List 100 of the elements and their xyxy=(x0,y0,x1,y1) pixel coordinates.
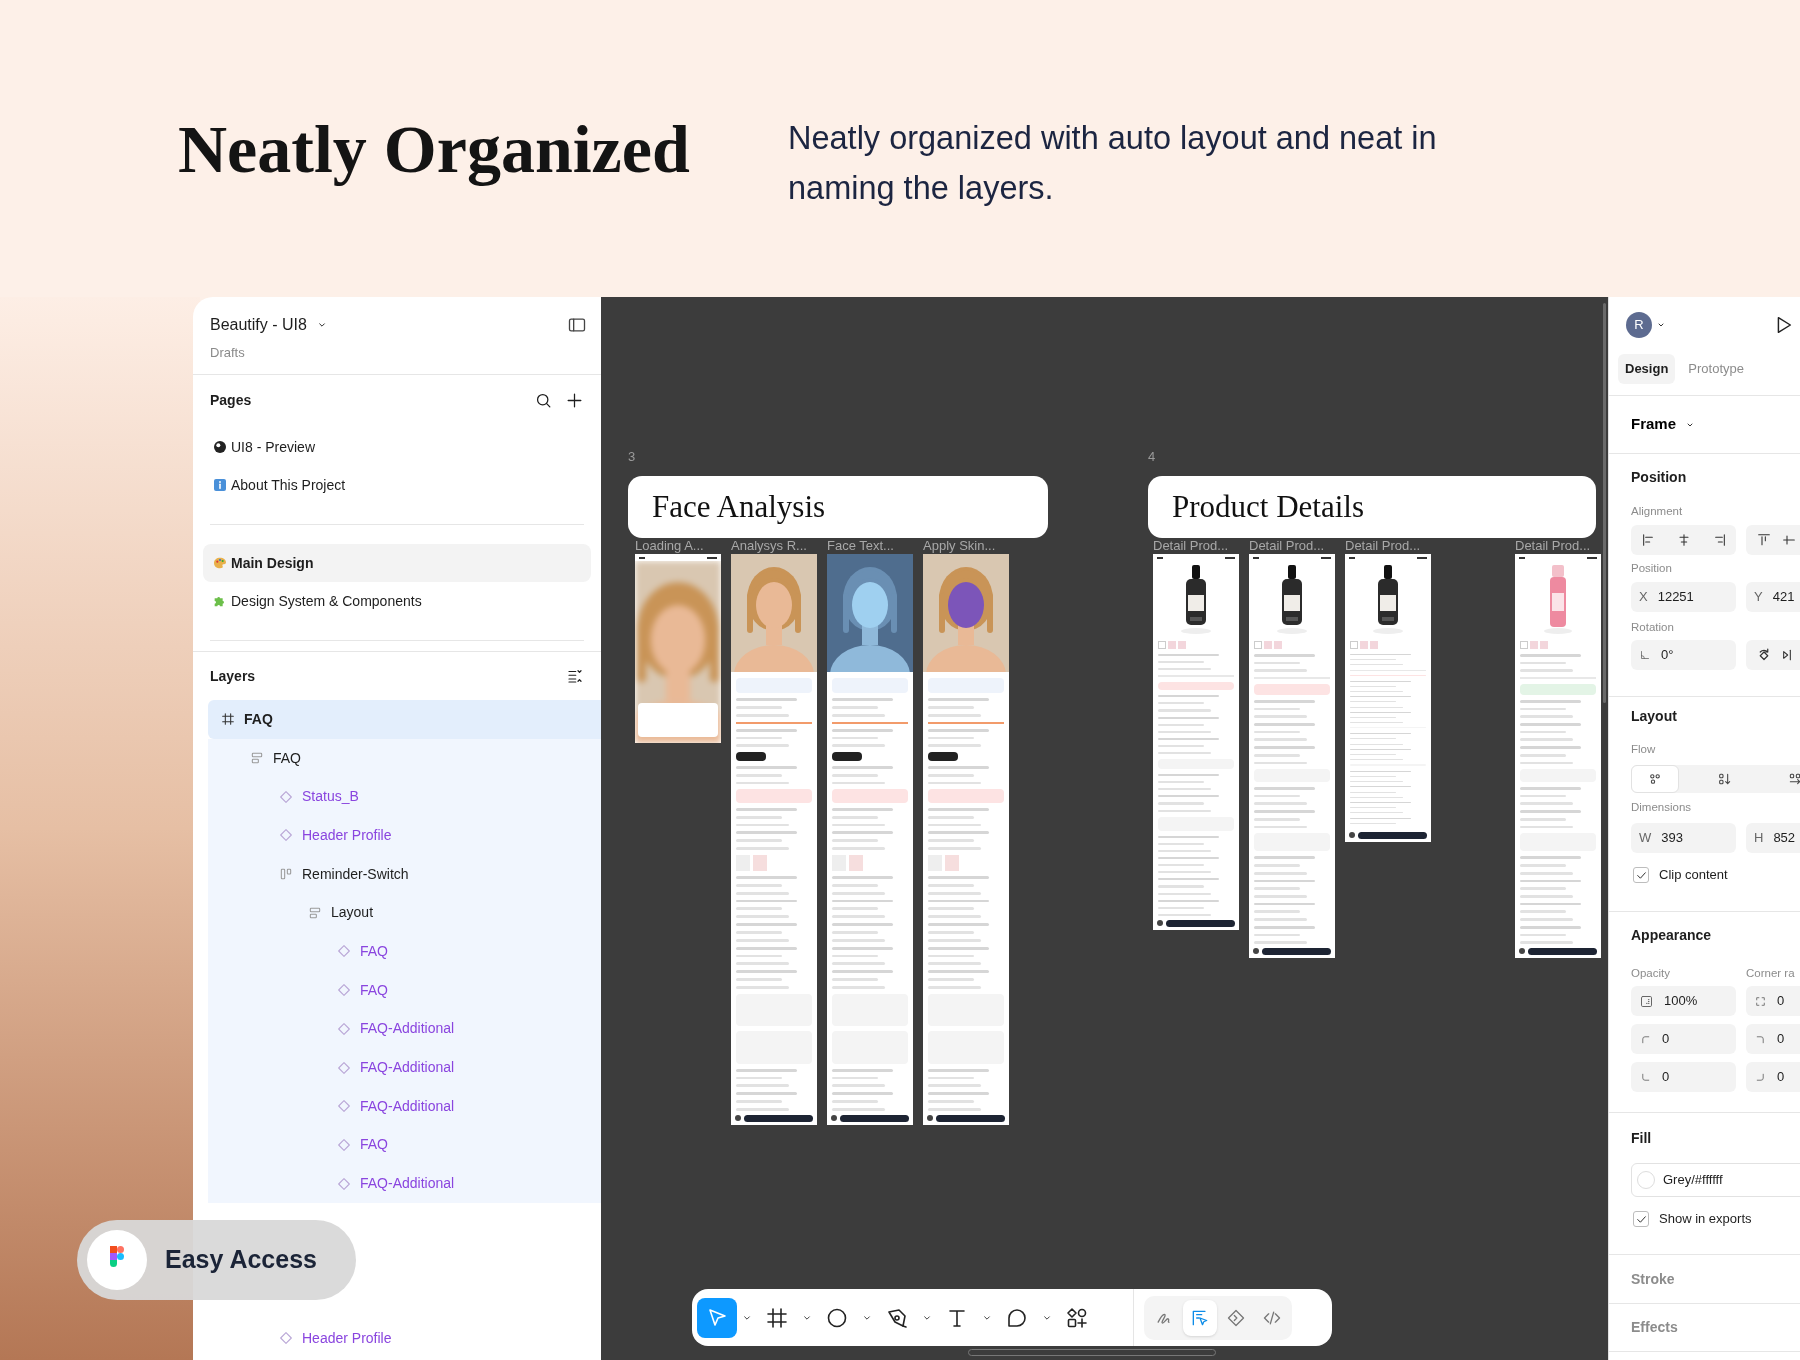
text-placeholder xyxy=(1158,899,1219,902)
layer-row[interactable]: FAQ-Additional xyxy=(208,1164,601,1203)
fill-color-field[interactable]: Grey/#ffffff xyxy=(1631,1163,1800,1197)
layer-row[interactable]: FAQ xyxy=(208,700,601,739)
text-placeholder xyxy=(1254,810,1315,813)
text-placeholder xyxy=(928,876,989,879)
x-field[interactable]: X 12251 xyxy=(1631,582,1736,612)
frame-label[interactable]: Analysys R... xyxy=(731,538,807,554)
tag-pill xyxy=(832,752,863,761)
text-placeholder xyxy=(1158,695,1219,698)
layer-row[interactable]: Reminder-Switch xyxy=(208,854,601,894)
text-placeholder xyxy=(928,807,989,811)
corner-radius-field[interactable]: 0 xyxy=(1631,1024,1736,1054)
text-placeholder xyxy=(832,831,893,835)
component-instance-icon xyxy=(278,827,294,844)
selection-type[interactable]: Frame xyxy=(1631,413,1677,436)
layer-row[interactable]: Layout xyxy=(208,893,601,933)
field-label: Position xyxy=(1631,561,1672,577)
location-label: Drafts xyxy=(210,344,245,362)
horizontal-flow-icon xyxy=(1787,771,1800,787)
field-label: Flow xyxy=(1631,742,1656,758)
text-placeholder xyxy=(928,765,989,769)
y-field[interactable]: Y 421 xyxy=(1746,582,1800,612)
page-item[interactable]: Design System & Components xyxy=(203,582,591,620)
panel-tab[interactable]: Prototype xyxy=(1681,354,1751,384)
page-item[interactable]: UI8 - Preview xyxy=(203,428,591,466)
text-placeholder xyxy=(736,876,797,879)
product-thumbnail xyxy=(849,855,863,871)
component-instance-icon xyxy=(336,982,352,999)
text-placeholder xyxy=(1254,723,1315,726)
layer-row[interactable]: FAQ xyxy=(208,970,601,1010)
dot-mark xyxy=(1519,948,1525,954)
rotation-field[interactable]: 0° xyxy=(1631,640,1736,670)
page-item[interactable]: About This Project xyxy=(203,466,591,504)
scrollbar[interactable] xyxy=(1603,303,1606,703)
text-placeholder xyxy=(1520,787,1581,790)
component-instance-icon xyxy=(278,1330,294,1347)
frame-label[interactable]: Detail Prod... xyxy=(1515,538,1591,554)
text-placeholder xyxy=(1520,723,1581,726)
page-item[interactable]: Main Design xyxy=(203,544,591,582)
section-heading: Position xyxy=(1631,467,1687,487)
frame-label[interactable]: Detail Prod... xyxy=(1249,538,1325,554)
text-placeholder xyxy=(1158,737,1219,740)
layer-row[interactable]: FAQ xyxy=(208,932,601,971)
field-label: Opacity xyxy=(1631,967,1670,979)
opacity-field[interactable]: 100% xyxy=(1631,986,1736,1016)
frame-label[interactable]: Detail Prod... xyxy=(1345,538,1421,554)
frame-label[interactable]: Loading A... xyxy=(635,538,704,554)
checkbox[interactable] xyxy=(1633,1211,1649,1227)
file-name[interactable]: Beautify - UI8 xyxy=(210,313,307,337)
corner-radius-field[interactable]: 0 xyxy=(1746,1062,1800,1092)
text-placeholder xyxy=(1254,699,1315,703)
text-placeholder xyxy=(736,807,797,811)
width-field[interactable]: W 393 xyxy=(1631,823,1736,853)
layer-row[interactable]: Header Profile xyxy=(208,1319,601,1358)
frame-label[interactable]: Detail Prod... xyxy=(1153,538,1229,554)
checkbox[interactable] xyxy=(1633,867,1649,883)
section-heading: Fill xyxy=(1631,1128,1652,1148)
layer-row[interactable]: FAQ xyxy=(208,1125,601,1165)
text-placeholder xyxy=(928,970,989,974)
dot-mark xyxy=(927,1115,933,1121)
flow-option-button[interactable] xyxy=(1631,765,1679,793)
text-placeholder xyxy=(736,899,797,903)
section-title: Product Details xyxy=(1148,476,1596,538)
color-swatch[interactable] xyxy=(1637,1171,1655,1189)
text-placeholder xyxy=(928,923,989,926)
layer-row[interactable]: FAQ xyxy=(208,738,601,778)
frame-label[interactable]: Apply Skin... xyxy=(923,538,996,554)
frame-label[interactable]: Face Text... xyxy=(827,538,894,554)
avatar[interactable]: R xyxy=(1626,312,1652,338)
height-field[interactable]: H 852 xyxy=(1746,823,1800,853)
layer-row[interactable]: FAQ-Additional xyxy=(208,1086,601,1126)
text-placeholder xyxy=(832,1092,893,1096)
status-bar-mark xyxy=(1253,556,1259,559)
frame-icon xyxy=(765,1305,789,1330)
section-heading: Pages xyxy=(210,390,252,410)
text-placeholder xyxy=(1520,902,1581,906)
corner-radius-field[interactable]: 0 xyxy=(1746,986,1800,1016)
layer-row[interactable]: Status_B xyxy=(208,777,601,817)
text-placeholder xyxy=(1254,746,1315,749)
corner-radius-field[interactable]: 0 xyxy=(1631,1062,1736,1092)
collapse-layers-icon[interactable] xyxy=(566,667,584,685)
dot-mark xyxy=(831,1115,837,1121)
component-instance-icon xyxy=(336,1098,352,1115)
text-placeholder xyxy=(736,970,797,974)
dot-mark xyxy=(1349,832,1355,838)
section-heading: Layers xyxy=(210,666,256,686)
wrap-flow-icon xyxy=(1647,771,1663,787)
status-bar-mark xyxy=(1519,556,1525,559)
text-placeholder xyxy=(736,765,797,769)
corner-radius-field[interactable]: 0 xyxy=(1746,1024,1800,1054)
dot-mark xyxy=(1253,948,1259,954)
component-instance-icon xyxy=(336,1175,352,1192)
text-placeholder xyxy=(1254,925,1315,929)
layer-row[interactable]: FAQ-Additional xyxy=(208,1009,601,1049)
move-tool-button[interactable] xyxy=(697,1297,737,1338)
panel-tab[interactable]: Design xyxy=(1618,354,1676,384)
layer-row[interactable]: Header Profile xyxy=(208,816,601,855)
design-mode-button[interactable] xyxy=(1183,1299,1217,1336)
layer-row[interactable]: FAQ-Additional xyxy=(208,1048,601,1087)
